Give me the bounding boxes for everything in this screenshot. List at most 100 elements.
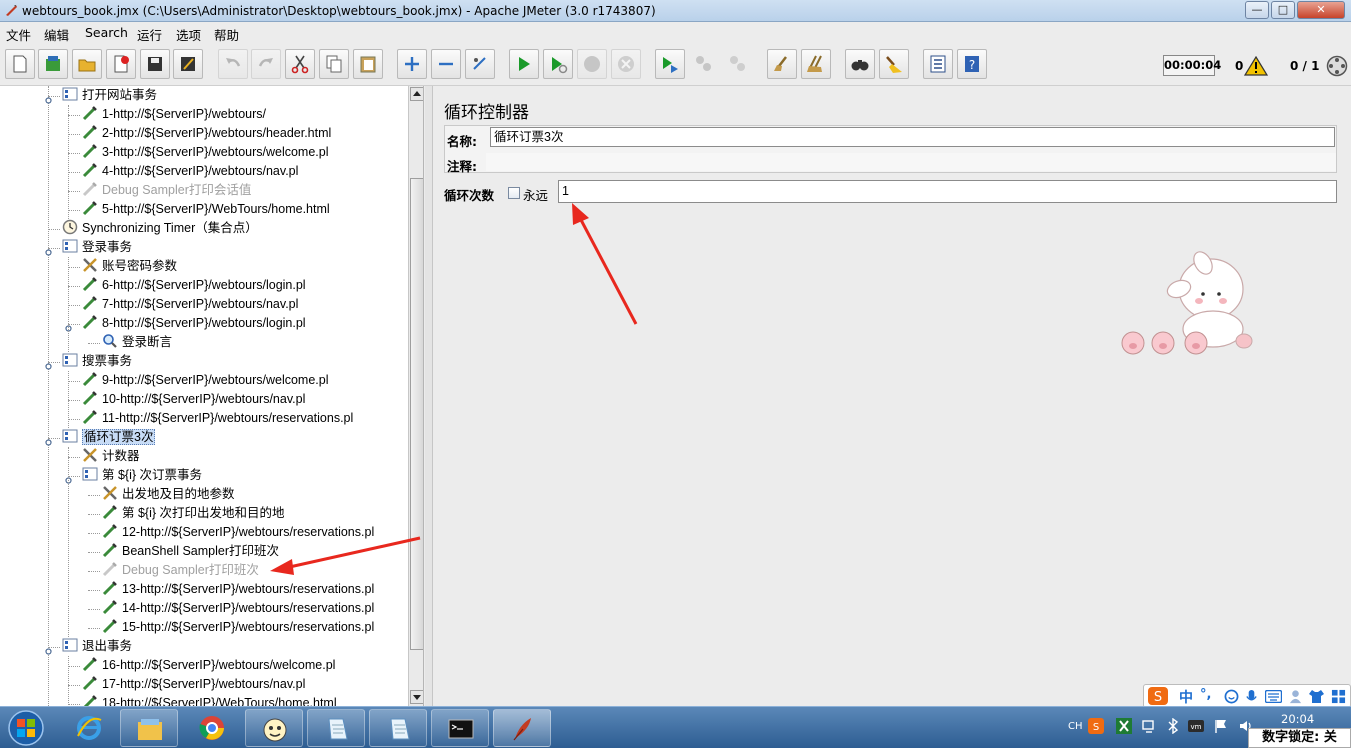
tree-node[interactable]: 10-http://${ServerIP}/webtours/nav.pl [82,390,305,409]
close-window-button[interactable]: ✕ [1297,1,1345,19]
menu-help[interactable]: 帮助 [214,25,239,44]
cut-button[interactable] [285,49,315,79]
new-button[interactable] [5,49,35,79]
sogou-tray-icon[interactable]: S [1088,718,1104,734]
tree-node[interactable]: 循环订票3次 [62,428,156,447]
start-button[interactable] [509,49,539,79]
taskbar-app-face[interactable] [245,709,303,747]
pane-splitter[interactable] [425,86,433,706]
remote-stop-button[interactable] [689,49,719,79]
loop-count-field[interactable]: 1 [558,180,1337,203]
clear-all-button[interactable] [801,49,831,79]
copy-button[interactable] [319,49,349,79]
paste-button[interactable] [353,49,383,79]
user-icon[interactable] [1288,689,1303,704]
start-no-pause-button[interactable] [543,49,573,79]
tree-node[interactable]: 7-http://${ServerIP}/webtours/nav.pl [82,295,298,314]
menu-run[interactable]: 运行 [137,25,162,44]
search-button[interactable] [845,49,875,79]
tree-node[interactable]: 6-http://${ServerIP}/webtours/login.pl [82,276,306,295]
tree-node[interactable]: 搜票事务 [62,352,132,371]
shutdown-button[interactable] [611,49,641,79]
open-button[interactable] [72,49,102,79]
windows-start-icon[interactable] [4,709,48,747]
tree-expand-toggle[interactable] [45,435,52,446]
minimize-button[interactable]: — [1245,1,1269,19]
tree-node[interactable]: 登录事务 [62,238,132,257]
test-plan-tree[interactable]: 打开网站事务 1-http://${ServerIP}/webtours/2-ht… [0,86,408,706]
taskbar-cmd[interactable] [431,709,489,747]
remote-start-button[interactable] [655,49,685,79]
tree-node[interactable]: 5-http://${ServerIP}/WebTours/home.html [82,200,330,219]
tree-node[interactable]: 18-http://${ServerIP}/WebTours/home.html [82,694,337,706]
function-helper-button[interactable] [923,49,953,79]
microphone-icon[interactable] [1244,689,1259,704]
save-button[interactable] [140,49,170,79]
tree-node[interactable]: 登录断言 [102,333,172,352]
tree-node[interactable]: 9-http://${ServerIP}/webtours/welcome.pl [82,371,329,390]
tray-lang[interactable]: CH [1068,721,1083,732]
toolbox-icon[interactable] [1331,689,1346,704]
tree-node[interactable]: 16-http://${ServerIP}/webtours/welcome.p… [82,656,335,675]
collapse-all-button[interactable] [431,49,461,79]
tree-expand-toggle[interactable] [45,644,52,655]
save-as-button[interactable] [173,49,203,79]
comment-field[interactable] [486,153,1336,171]
excel-tray-icon[interactable] [1116,718,1132,734]
tree-node[interactable]: 12-http://${ServerIP}/webtours/reservati… [102,523,374,542]
tree-node[interactable]: 出发地及目的地参数 [102,485,235,504]
tree-scrollbar[interactable] [408,86,423,706]
taskbar-notepad-1[interactable] [307,709,365,747]
taskbar-notepad-2[interactable] [369,709,427,747]
tree-node[interactable]: 15-http://${ServerIP}/webtours/reservati… [102,618,374,637]
taskbar-jmeter[interactable] [493,709,551,747]
sogou-icon[interactable]: S [1147,686,1169,706]
tree-node[interactable]: 4-http://${ServerIP}/webtours/nav.pl [82,162,298,181]
taskbar-explorer[interactable] [120,709,178,747]
tree-node[interactable]: 8-http://${ServerIP}/webtours/login.pl [82,314,306,333]
tree-node[interactable]: 账号密码参数 [82,257,177,276]
stop-button[interactable] [577,49,607,79]
bluetooth-tray-icon[interactable] [1166,718,1180,734]
ime-punct[interactable]: °, [1200,687,1211,702]
tree-node[interactable]: 退出事务 [62,637,132,656]
menu-edit[interactable]: 编辑 [44,25,69,44]
emoji-icon[interactable] [1224,689,1239,704]
undo-button[interactable] [218,49,248,79]
tree-node[interactable]: BeanShell Sampler打印班次 [102,542,279,561]
reset-search-button[interactable] [879,49,909,79]
tree-node[interactable]: 13-http://${ServerIP}/webtours/reservati… [102,580,374,599]
templates-button[interactable] [38,49,68,79]
menu-options[interactable]: 选项 [176,25,201,44]
tree-node[interactable]: 第 ${i} 次打印出发地和目的地 [102,504,285,523]
warning-icon[interactable] [1244,56,1268,76]
taskbar-ie[interactable] [60,709,118,747]
toggle-button[interactable] [465,49,495,79]
name-field[interactable]: 循环订票3次 [490,127,1335,147]
forever-checkbox[interactable] [508,187,520,199]
scroll-down-button[interactable] [410,690,423,704]
tree-node[interactable]: 11-http://${ServerIP}/webtours/reservati… [82,409,353,428]
scroll-thumb[interactable] [410,178,423,650]
redo-button[interactable] [251,49,281,79]
maximize-button[interactable]: □ [1271,1,1295,19]
clear-button[interactable] [767,49,797,79]
tree-node[interactable]: 3-http://${ServerIP}/webtours/welcome.pl [82,143,329,162]
scroll-up-button[interactable] [410,87,423,101]
tree-node[interactable]: Synchronizing Timer（集合点） [62,219,258,238]
help-button[interactable]: ? [957,49,987,79]
tray-clock[interactable]: 20:04 [1281,712,1314,726]
tree-node[interactable]: 17-http://${ServerIP}/webtours/nav.pl [82,675,305,694]
keyboard-icon[interactable] [1265,690,1282,703]
ime-lang[interactable]: 中 [1179,687,1193,707]
tree-node[interactable]: 计数器 [82,447,140,466]
tree-node[interactable]: 打开网站事务 [62,86,157,105]
tree-expand-toggle[interactable] [45,93,52,104]
flag-tray-icon[interactable] [1213,718,1229,734]
skin-icon[interactable] [1308,689,1325,704]
menu-search[interactable]: Search [85,25,128,40]
tree-node[interactable]: 2-http://${ServerIP}/webtours/header.htm… [82,124,331,143]
remote-shutdown-button[interactable] [723,49,753,79]
tree-node[interactable]: 1-http://${ServerIP}/webtours/ [82,105,266,124]
network-tray-icon[interactable] [1141,718,1157,734]
